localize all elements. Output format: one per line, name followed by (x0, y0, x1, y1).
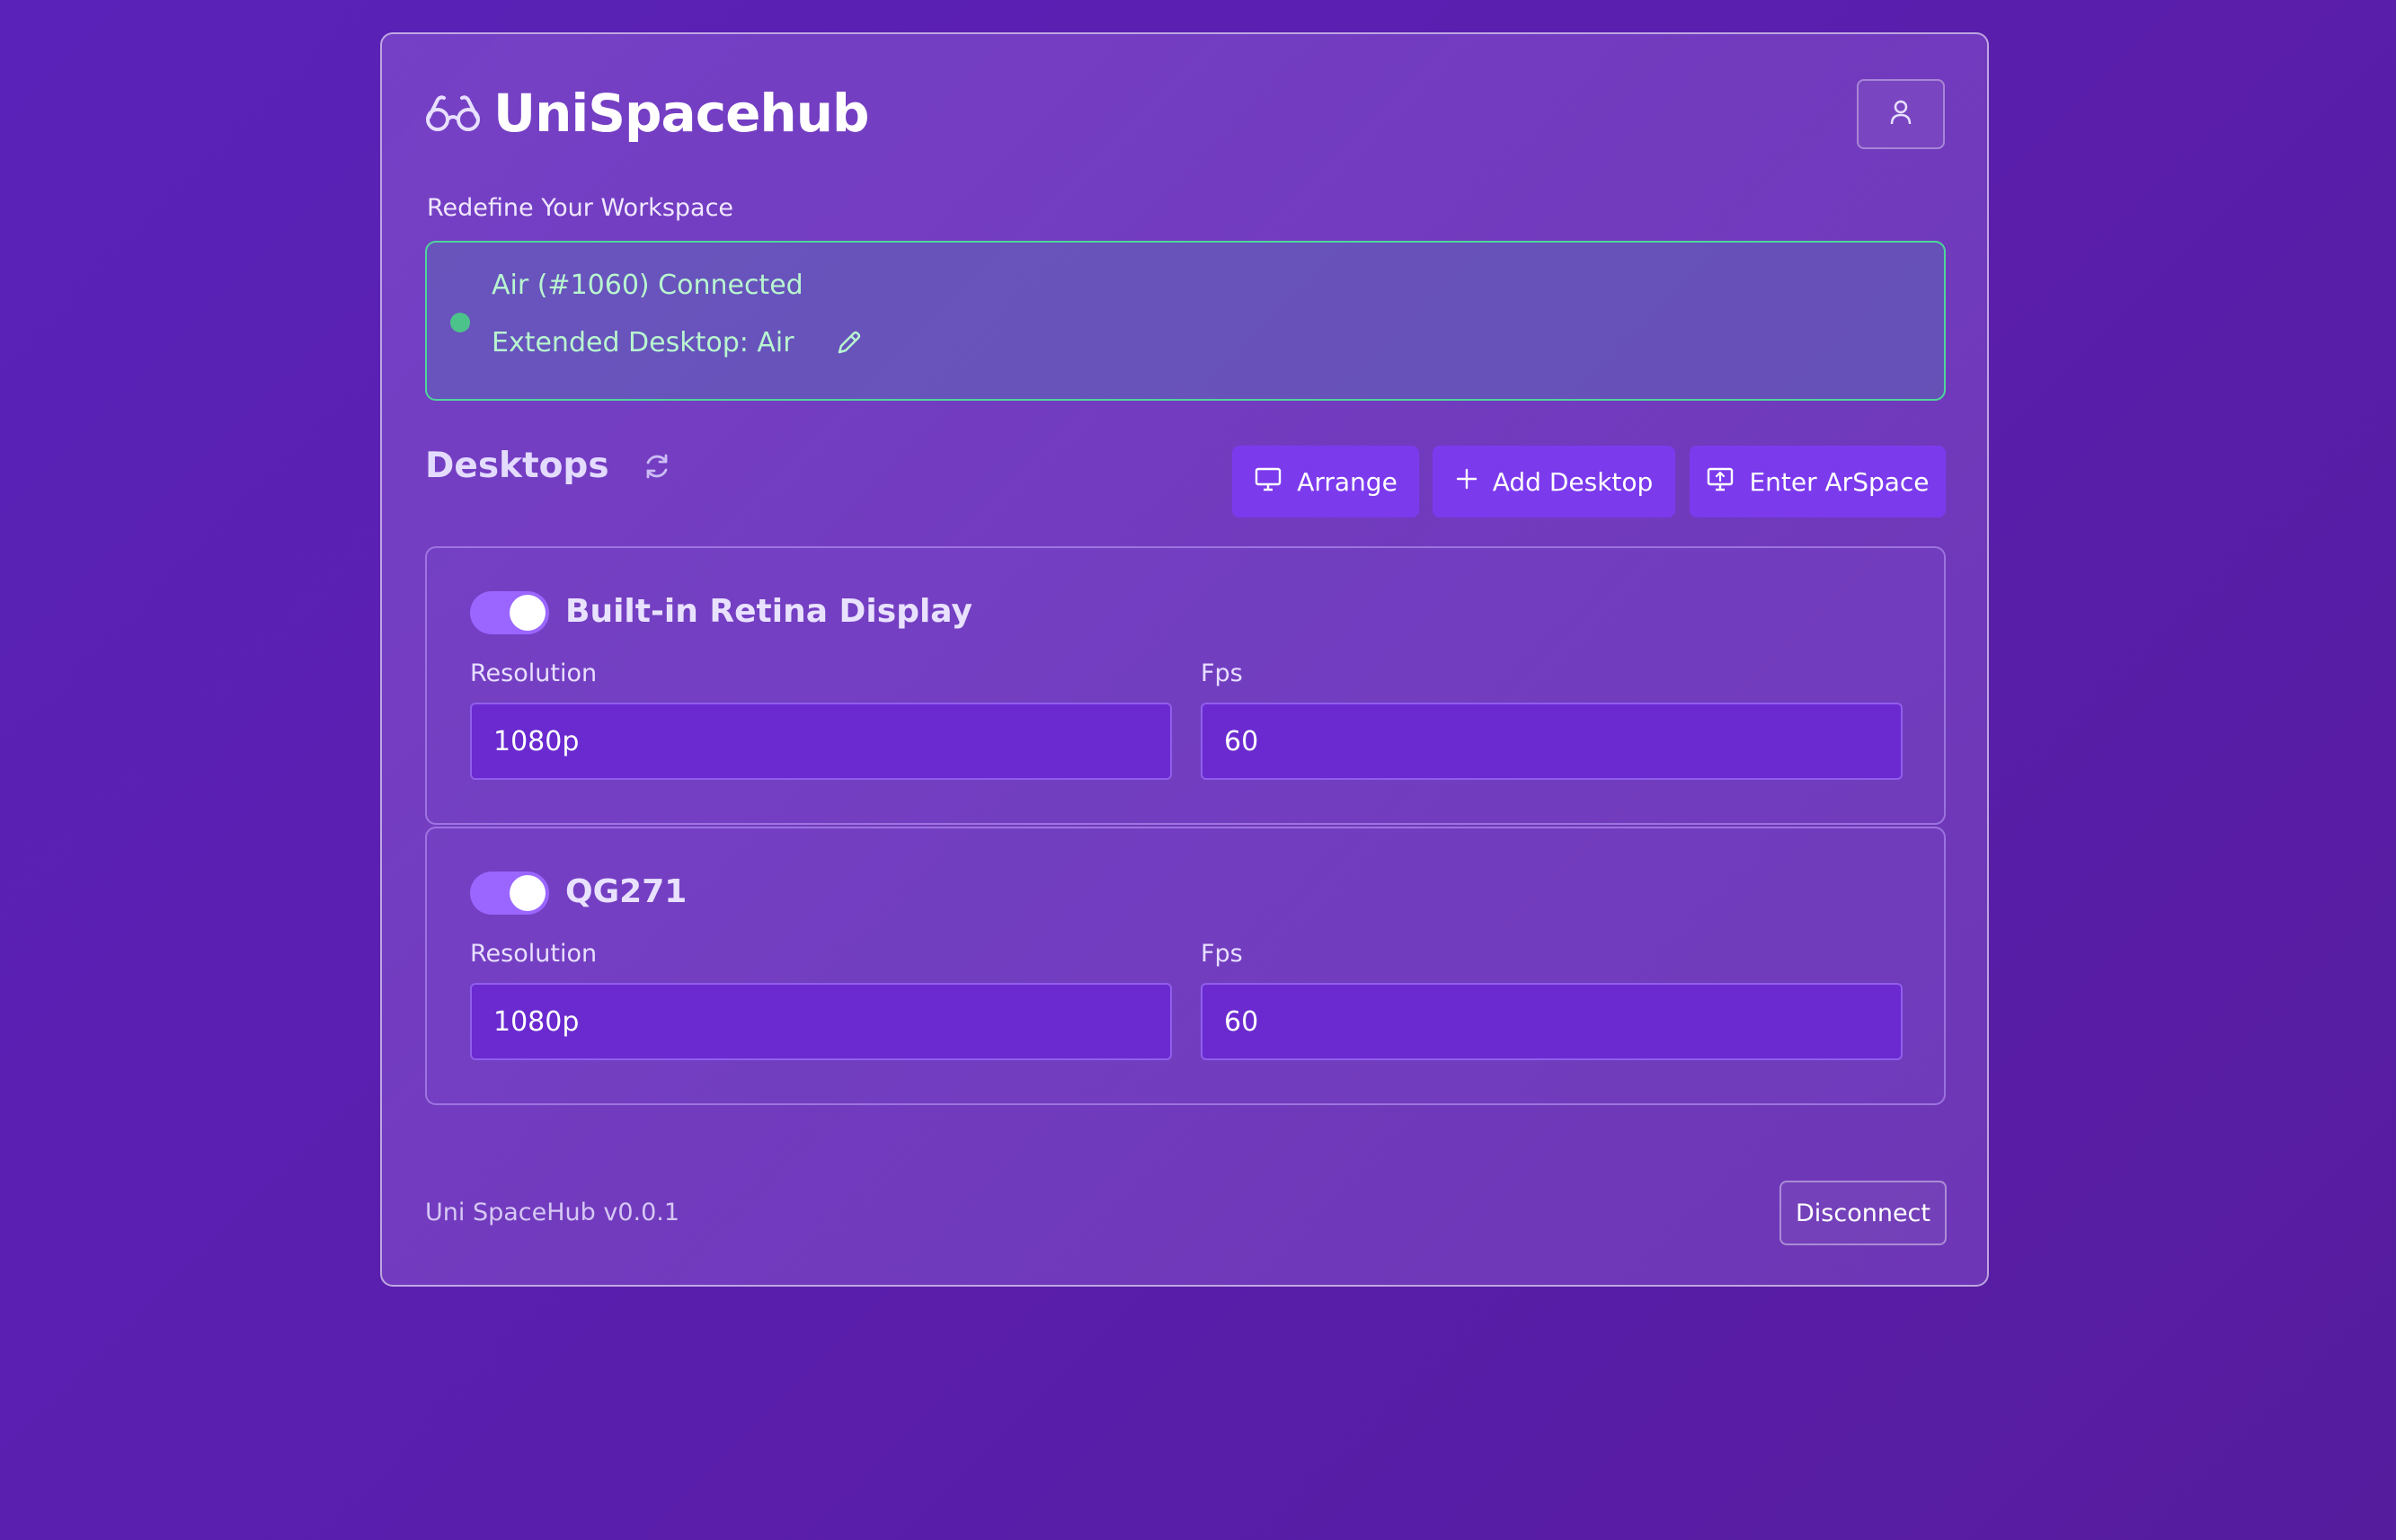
main-card: UniSpacehub Redefine Your Workspace Air … (380, 32, 1989, 1287)
extended-desktop-row: Extended Desktop: Air (492, 327, 863, 358)
arrange-label: Arrange (1297, 466, 1398, 497)
disconnect-button[interactable]: Disconnect (1779, 1181, 1947, 1245)
desktop-name: Built-in Retina Display (565, 593, 972, 630)
add-desktop-label: Add Desktop (1492, 466, 1654, 497)
connection-status-panel: Air (#1060) Connected Extended Desktop: … (425, 241, 1946, 401)
fps-label: Fps (1201, 659, 1243, 687)
refresh-icon[interactable] (642, 451, 672, 482)
toggle-knob (510, 875, 546, 911)
logo-row: UniSpacehub (425, 83, 870, 144)
resolution-label: Resolution (470, 940, 598, 968)
desktops-section-header: Desktops (425, 446, 672, 486)
enter-arspace-label: Enter ArSpace (1749, 466, 1930, 497)
desktop-card: Built-in Retina Display Resolution Fps (425, 546, 1946, 825)
resolution-input[interactable] (470, 703, 1172, 780)
desktop-name: QG271 (565, 873, 688, 910)
fps-input[interactable] (1201, 983, 1903, 1060)
extended-desktop-text: Extended Desktop: Air (492, 327, 794, 358)
desktop-card: QG271 Resolution Fps (425, 827, 1946, 1105)
desktops-title: Desktops (425, 446, 609, 486)
desktop-enable-toggle[interactable] (470, 591, 549, 634)
arrange-button[interactable]: Arrange (1232, 446, 1419, 518)
app-subtitle: Redefine Your Workspace (427, 194, 734, 222)
screen-share-icon (1706, 465, 1735, 499)
resolution-input[interactable] (470, 983, 1172, 1060)
enter-arspace-button[interactable]: Enter ArSpace (1690, 446, 1946, 518)
resolution-label: Resolution (470, 659, 598, 687)
version-text: Uni SpaceHub v0.0.1 (425, 1199, 680, 1226)
fps-label: Fps (1201, 940, 1243, 968)
monitor-icon (1254, 465, 1282, 499)
app-title: UniSpacehub (493, 83, 870, 144)
connection-status-text: Air (#1060) Connected (492, 270, 803, 301)
fps-input[interactable] (1201, 703, 1903, 780)
glasses-icon (425, 93, 481, 134)
user-icon (1889, 99, 1912, 129)
add-desktop-button[interactable]: Add Desktop (1433, 446, 1675, 518)
user-button[interactable] (1857, 79, 1945, 149)
status-indicator-dot (450, 313, 470, 332)
plus-icon (1455, 467, 1478, 497)
toggle-knob (510, 595, 546, 631)
pencil-icon[interactable] (834, 329, 863, 358)
desktop-enable-toggle[interactable] (470, 872, 549, 915)
